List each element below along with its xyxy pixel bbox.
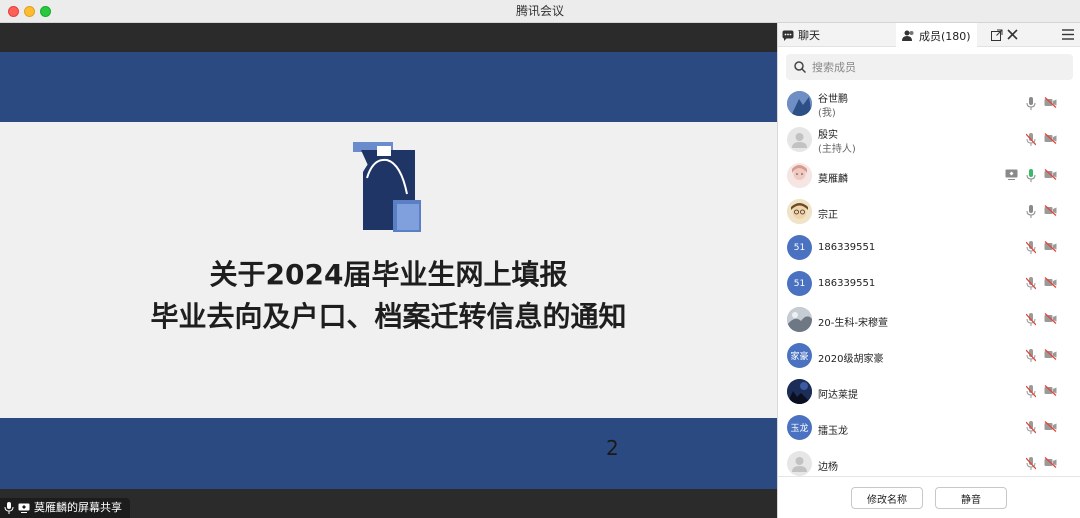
camera-off-icon[interactable]	[1044, 385, 1057, 396]
member-row[interactable]: 玉龙 擂玉龙	[778, 410, 1080, 446]
camera-off-icon[interactable]	[1044, 349, 1057, 360]
member-search-box[interactable]	[786, 54, 1073, 80]
microphone-muted-icon[interactable]	[1026, 241, 1036, 254]
member-name: 莫雁麟	[818, 174, 848, 185]
slide-top-band	[0, 52, 777, 122]
microphone-muted-icon[interactable]	[1026, 457, 1036, 470]
screen-share-indicator[interactable]: 莫雁麟的屏幕共享	[0, 498, 130, 518]
avatar	[787, 163, 812, 188]
rename-button[interactable]: 修改名称	[851, 487, 923, 509]
microphone-muted-icon[interactable]	[1026, 277, 1036, 290]
avatar	[787, 307, 812, 332]
avatar	[787, 199, 812, 224]
avatar-initials: 家豪	[790, 352, 809, 362]
member-row[interactable]: 莫雁麟	[778, 158, 1080, 194]
microphone-muted-icon[interactable]	[1026, 421, 1036, 434]
microphone-muted-icon[interactable]	[1026, 349, 1036, 362]
member-row[interactable]: 谷世鹏 (我)	[778, 86, 1080, 122]
member-name: 边杨	[818, 462, 838, 473]
tab-members[interactable]: 成员(180)	[896, 23, 977, 48]
camera-off-icon[interactable]	[1044, 205, 1057, 216]
member-name: 阿达莱提	[818, 390, 858, 401]
presentation-slide: 关于2024届毕业生网上填报 毕业去向及户口、档案迁转信息的通知 2	[0, 52, 777, 489]
close-window-button[interactable]	[8, 6, 19, 17]
camera-off-icon[interactable]	[1044, 97, 1057, 108]
avatar	[787, 91, 812, 116]
member-name: 2020级胡家豪	[818, 354, 884, 365]
avatar	[787, 451, 812, 476]
member-row[interactable]: 殷实 (主持人)	[778, 122, 1080, 158]
search-icon	[794, 61, 806, 73]
member-row[interactable]: 51 186339551	[778, 266, 1080, 302]
screen-share-icon	[1005, 169, 1018, 180]
avatar: 51	[787, 235, 812, 260]
microphone-muted-icon[interactable]	[1026, 385, 1036, 398]
tab-members-label: 成员(180)	[919, 29, 971, 43]
camera-off-icon[interactable]	[1044, 277, 1057, 288]
member-name: 殷实	[818, 130, 838, 141]
window-title: 腾讯会议	[515, 4, 564, 18]
close-icon[interactable]	[1007, 29, 1018, 40]
camera-off-icon[interactable]	[1044, 133, 1057, 144]
member-name: 谷世鹏	[818, 94, 848, 105]
tab-chat[interactable]: 聊天	[782, 23, 820, 47]
shared-screen-area: 关于2024届毕业生网上填报 毕业去向及户口、档案迁转信息的通知 2 莫雁麟的屏…	[0, 23, 777, 518]
title-bar: 腾讯会议	[0, 0, 1080, 23]
camera-off-icon[interactable]	[1044, 241, 1057, 252]
member-name: 20-生科-宋穆萱	[818, 318, 888, 329]
camera-off-icon[interactable]	[1044, 421, 1057, 432]
member-row[interactable]: 家豪 2020级胡家豪	[778, 338, 1080, 374]
meeting-window: 腾讯会议 关于2024届毕业生网上填报 毕业去向及户口、档案迁转信息的通知 2 …	[0, 0, 1080, 518]
slide-bottom-band	[0, 418, 777, 489]
avatar-initials: 51	[793, 278, 806, 289]
slide-page-number: 2	[606, 436, 619, 460]
minimize-window-button[interactable]	[24, 6, 35, 17]
member-row[interactable]: 边杨	[778, 446, 1080, 476]
member-name: 宗正	[818, 210, 838, 221]
chat-icon	[782, 30, 794, 41]
screen-share-icon	[18, 503, 30, 513]
camera-off-icon[interactable]	[1044, 313, 1057, 324]
member-row[interactable]: 阿达莱提	[778, 374, 1080, 410]
microphone-muted-icon[interactable]	[1026, 313, 1036, 326]
avatar-initials: 玉龙	[790, 424, 809, 434]
avatar	[787, 127, 812, 152]
member-list[interactable]: 谷世鹏 (我) 殷实 (主持人) 莫雁麟 宗正 51 186339551 51 …	[778, 86, 1080, 476]
member-role: (我)	[818, 108, 836, 119]
member-name: 186339551	[818, 242, 876, 253]
camera-off-icon[interactable]	[1044, 169, 1057, 180]
members-panel: 聊天 成员(180) 谷世鹏 (我)	[777, 23, 1080, 518]
avatar-initials: 51	[793, 242, 806, 253]
microphone-active-icon[interactable]	[1026, 169, 1036, 182]
member-row[interactable]: 宗正	[778, 194, 1080, 230]
slide-title-line-2: 毕业去向及户口、档案迁转信息的通知	[150, 300, 627, 333]
panel-footer: 修改名称 静音	[778, 476, 1080, 518]
maximize-window-button[interactable]	[40, 6, 51, 17]
members-icon	[902, 30, 914, 41]
mute-button[interactable]: 静音	[935, 487, 1007, 509]
member-name: 擂玉龙	[818, 426, 848, 437]
microphone-icon[interactable]	[1026, 205, 1036, 218]
panel-tabs: 聊天 成员(180)	[778, 23, 1080, 48]
slide-title-line-1: 关于2024届毕业生网上填报	[209, 258, 568, 291]
microphone-muted-icon[interactable]	[1026, 133, 1036, 146]
pop-out-icon[interactable]	[991, 29, 1003, 41]
member-role: (主持人)	[818, 144, 856, 155]
microphone-icon	[4, 502, 14, 514]
camera-off-icon[interactable]	[1044, 457, 1057, 468]
microphone-icon[interactable]	[1026, 97, 1036, 110]
avatar: 玉龙	[787, 415, 812, 440]
member-row[interactable]: 20-生科-宋穆萱	[778, 302, 1080, 338]
member-name: 186339551	[818, 278, 876, 289]
avatar: 家豪	[787, 343, 812, 368]
screen-share-label: 莫雁麟的屏幕共享	[34, 501, 122, 514]
avatar	[787, 379, 812, 404]
tab-chat-label: 聊天	[798, 29, 820, 42]
avatar: 51	[787, 271, 812, 296]
member-row[interactable]: 51 186339551	[778, 230, 1080, 266]
university-logo	[353, 142, 421, 232]
member-search-input[interactable]	[812, 60, 1052, 74]
menu-icon[interactable]	[1062, 29, 1074, 40]
